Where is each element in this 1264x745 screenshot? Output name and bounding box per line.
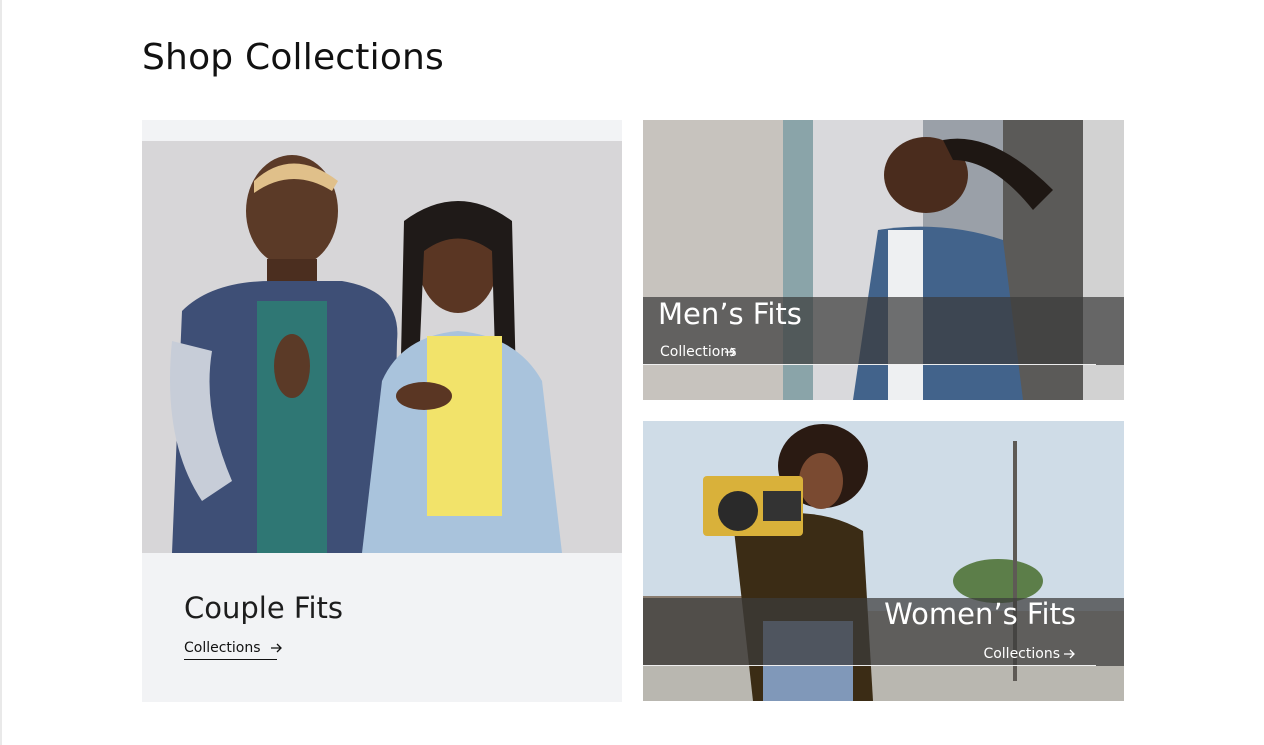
page-left-border bbox=[0, 0, 2, 745]
women-collections-link[interactable]: Collections bbox=[983, 646, 1076, 662]
couple-collections-link[interactable]: Collections bbox=[184, 640, 282, 660]
page-title: Shop Collections bbox=[142, 37, 445, 78]
men-link-underline bbox=[643, 364, 1096, 365]
mens-fits-title: Men’s Fits bbox=[658, 297, 802, 331]
women-collections-label: Collections bbox=[983, 646, 1060, 662]
arrow-right-icon bbox=[1062, 647, 1076, 661]
arrow-right-icon bbox=[269, 641, 283, 655]
collection-card-women[interactable]: Women’s Fits Collections bbox=[643, 421, 1124, 701]
women-link-underline bbox=[643, 665, 1096, 666]
couple-photo bbox=[142, 141, 622, 553]
men-collections-link[interactable]: Collections bbox=[660, 344, 737, 360]
collection-card-men[interactable]: Men’s Fits Collections bbox=[643, 120, 1124, 400]
arrow-right-icon bbox=[723, 345, 737, 359]
couple-collections-label: Collections bbox=[184, 640, 261, 656]
couple-fits-title: Couple Fits bbox=[184, 591, 344, 625]
womens-fits-title: Women’s Fits bbox=[884, 597, 1076, 631]
collection-card-couple[interactable]: Couple Fits Collections bbox=[142, 120, 622, 702]
